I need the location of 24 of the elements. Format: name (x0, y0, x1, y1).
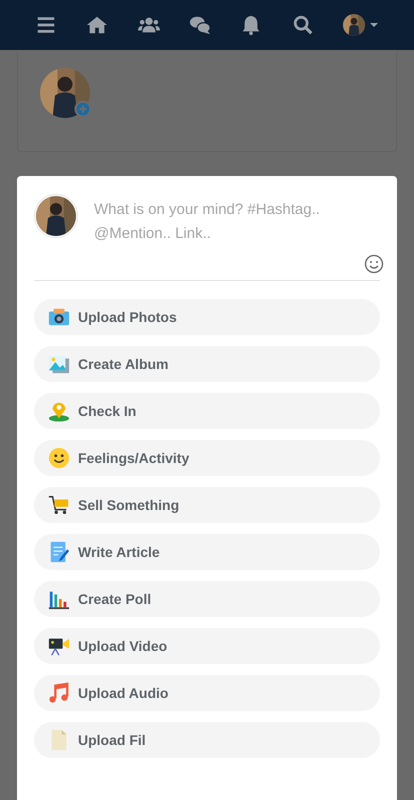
post-option[interactable]: Write Article (34, 534, 380, 570)
post-option[interactable]: Upload Audio (34, 675, 380, 711)
post-option[interactable]: Create Album (34, 346, 380, 382)
cart-icon (48, 494, 70, 516)
caret-icon[interactable] (369, 20, 380, 30)
location-pin-icon (48, 400, 70, 422)
home-icon[interactable] (86, 14, 108, 36)
post-option[interactable]: Upload Photos (34, 299, 380, 335)
search-icon[interactable] (292, 14, 314, 36)
post-option[interactable]: Upload Video (34, 628, 380, 664)
smiley-icon[interactable] (364, 254, 384, 274)
document-pencil-icon (48, 541, 70, 563)
chat-icon[interactable] (188, 14, 211, 36)
post-option[interactable]: Upload Fil (34, 722, 380, 758)
post-option[interactable]: Create Poll (34, 581, 380, 617)
smiley-icon (48, 447, 70, 469)
post-option[interactable]: Check In (34, 393, 380, 429)
image-stack-icon (48, 353, 70, 375)
post-option[interactable]: Sell Something (34, 487, 380, 523)
plus-icon[interactable] (74, 100, 92, 118)
music-note-icon (48, 682, 70, 704)
post-input[interactable]: What is on your mind? #Hashtag.. @Mention.. Link.. (94, 194, 380, 272)
camera-icon (48, 306, 70, 328)
post-option[interactable]: Feelings/Activity (34, 440, 380, 476)
